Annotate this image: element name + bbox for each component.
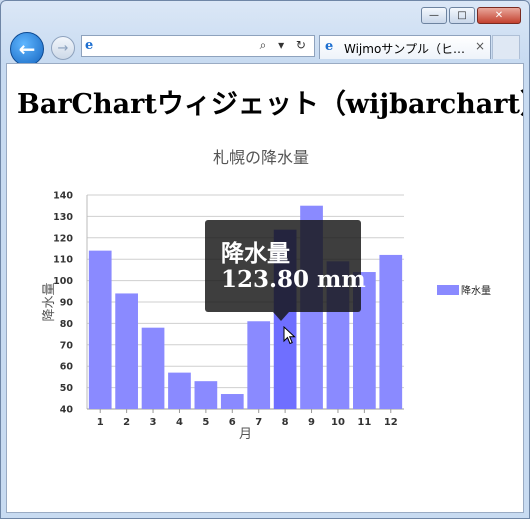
y-tick-label: 120 xyxy=(53,233,73,244)
new-tab-button[interactable] xyxy=(492,35,520,59)
x-tick-label: 12 xyxy=(384,417,398,428)
bar-3 xyxy=(141,327,165,409)
minimize-button[interactable]: — xyxy=(421,7,447,24)
x-tick-label: 4 xyxy=(176,417,183,428)
y-tick-label: 130 xyxy=(53,212,73,223)
x-tick-label: 2 xyxy=(123,417,130,428)
page-title: BarChartウィジェット（wijbarchart） xyxy=(17,89,524,120)
mouse-cursor-icon xyxy=(283,326,296,345)
tab-title: Wijmoサンプル（ヒ… xyxy=(344,42,465,56)
close-window-button[interactable]: ✕ xyxy=(477,7,521,24)
back-button[interactable]: ← xyxy=(10,32,44,66)
tooltip-series: 降水量 xyxy=(221,240,290,267)
maximize-button[interactable]: □ xyxy=(449,7,475,24)
bar-4 xyxy=(168,372,191,409)
address-tools-icons[interactable]: ⌕ ▾ ↻ xyxy=(260,38,310,53)
forward-arrow-icon: → xyxy=(57,40,69,56)
x-tick-label: 5 xyxy=(202,417,209,428)
chart-tooltip: 降水量 123.80 mm xyxy=(205,220,366,312)
x-tick-label: 7 xyxy=(255,417,262,428)
bar-6 xyxy=(220,394,244,409)
y-tick-label: 80 xyxy=(60,319,74,330)
x-tick-label: 9 xyxy=(308,417,315,428)
address-bar[interactable]: e ⌕ ▾ ↻ xyxy=(81,35,315,57)
x-tick-label: 10 xyxy=(331,417,345,428)
x-tick-label: 6 xyxy=(229,417,236,428)
window-controls: — □ ✕ xyxy=(421,7,521,24)
x-tick-label: 8 xyxy=(282,417,289,428)
bar-1 xyxy=(88,250,112,409)
x-axis-label: 月 xyxy=(239,427,252,442)
x-tick-label: 11 xyxy=(357,417,371,428)
legend-label: 降水量 xyxy=(461,286,491,297)
browser-window: — □ ✕ ← → e ⌕ ▾ ↻ e Wijmoサンプル（ヒ… × BarCh… xyxy=(0,0,530,519)
forward-button[interactable]: → xyxy=(51,36,75,60)
y-axis-label: 降水量 xyxy=(42,282,57,321)
page-content: BarChartウィジェット（wijbarchart） 札幌の降水量 40 50 6… xyxy=(6,63,524,513)
y-tick-label: 140 xyxy=(53,191,73,202)
back-arrow-icon: ← xyxy=(18,37,36,61)
y-tick-label: 70 xyxy=(60,340,74,351)
bar-12 xyxy=(379,254,403,409)
ie-page-icon: e xyxy=(85,38,94,53)
tooltip-value: 123.80 mm xyxy=(221,266,366,293)
x-tick-label: 3 xyxy=(150,417,157,428)
bar-2 xyxy=(115,293,138,409)
y-tick-label: 40 xyxy=(60,405,74,416)
tooltip-pointer xyxy=(273,312,289,321)
bar-7 xyxy=(247,321,271,409)
y-tick-label: 110 xyxy=(53,255,73,266)
y-tick-label: 50 xyxy=(60,383,74,394)
bar-chart: 4050607080901001101201301401 2 3 4 5 6 7 8 9 10 11… xyxy=(42,191,404,442)
x-tick-label: 1 xyxy=(97,417,104,428)
ie-tab-icon: e xyxy=(325,39,334,54)
close-tab-icon[interactable]: × xyxy=(475,39,485,53)
y-tick-label: 60 xyxy=(60,362,74,373)
bar-5 xyxy=(194,381,218,409)
chart-legend: 降水量 xyxy=(437,282,491,297)
browser-tab[interactable]: e Wijmoサンプル（ヒ… × xyxy=(319,35,491,59)
legend-swatch xyxy=(437,284,459,295)
y-tick-label: 90 xyxy=(60,298,74,309)
